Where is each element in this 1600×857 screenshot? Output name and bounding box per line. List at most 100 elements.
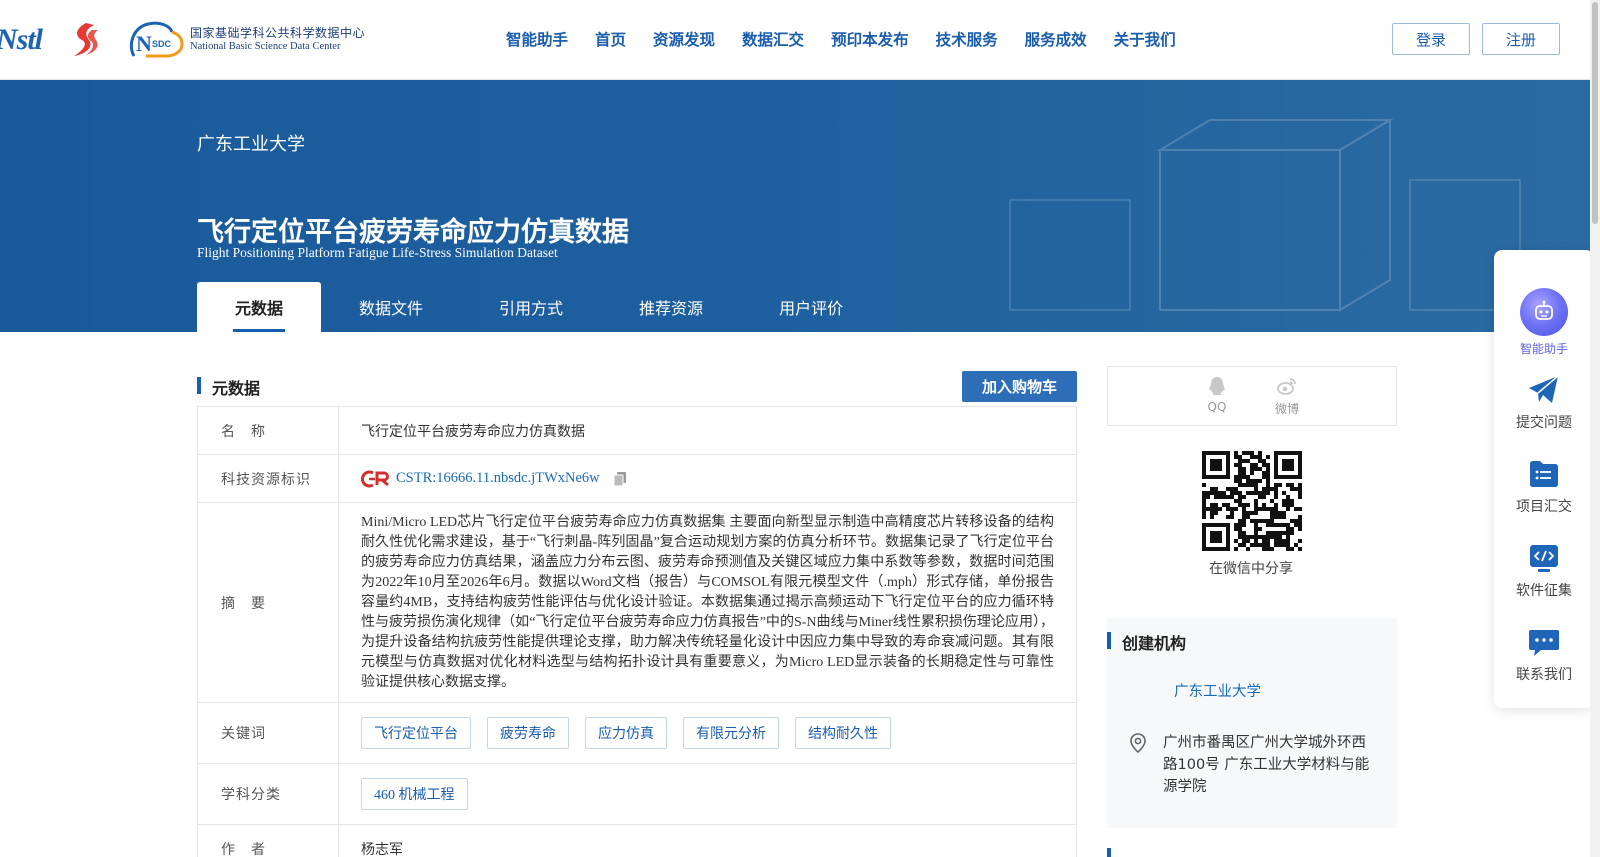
table-row: 学科分类 460 机械工程 (198, 764, 1076, 825)
dataset-tabs: 元数据 数据文件 引用方式 推荐资源 用户评价 (197, 282, 881, 332)
keyword-chip[interactable]: 结构耐久性 (795, 717, 891, 749)
subject-cell: 460 机械工程 (339, 764, 1076, 824)
tab-citation[interactable]: 引用方式 (461, 282, 601, 332)
dataset-title-en: Flight Positioning Platform Fatigue Life… (197, 245, 558, 260)
author-label: 作 者 (198, 825, 339, 857)
side-software-collection[interactable]: 软件征集 (1494, 542, 1594, 600)
svg-text:SDC: SDC (152, 39, 172, 49)
floating-side-panel: 智能助手 提交问题 项目汇交 软件征集 联系我们 (1494, 250, 1594, 708)
cstr-logo-icon (361, 470, 389, 487)
metadata-table: 名 称 飞行定位平台疲劳寿命应力仿真数据 科技资源标识 CSTR:16666.1… (197, 406, 1077, 857)
auth-buttons: 登录 注册 (1392, 23, 1560, 55)
nav-data-submission[interactable]: 数据汇交 (742, 28, 804, 50)
tab-user-reviews[interactable]: 用户评价 (741, 282, 881, 332)
metadata-section-header: 元数据 加入购物车 (197, 368, 1077, 404)
code-window-icon (1530, 545, 1558, 572)
dataset-title: 飞行定位平台疲劳寿命应力仿真数据 (197, 217, 629, 248)
banner-decoration-icon (1009, 118, 1521, 312)
folder-list-icon (1530, 461, 1558, 487)
side-contact-label: 联系我们 (1516, 667, 1572, 683)
abstract-label: 摘 要 (198, 503, 339, 702)
s-brand-icon[interactable] (64, 20, 104, 60)
tab-data-files[interactable]: 数据文件 (321, 282, 461, 332)
table-row: 摘 要 Mini/Micro LED芯片飞行定位平台疲劳寿命应力仿真数据集 主要… (198, 503, 1076, 703)
copy-icon[interactable] (613, 471, 627, 487)
location-pin-icon (1130, 733, 1146, 754)
tab-metadata[interactable]: 元数据 (197, 282, 322, 332)
table-row: 名 称 飞行定位平台疲劳寿命应力仿真数据 (198, 407, 1076, 455)
side-submit-label: 提交问题 (1516, 415, 1572, 431)
keyword-chips: 飞行定位平台 疲劳寿命 应力仿真 有限元分析 结构耐久性 (361, 717, 891, 749)
side-software-label: 软件征集 (1516, 583, 1572, 599)
qq-label: QQ (1207, 400, 1227, 414)
scrollbar-thumb[interactable] (1592, 2, 1598, 224)
share-weibo[interactable]: 微博 (1262, 375, 1312, 417)
nav-about[interactable]: 关于我们 (1114, 28, 1176, 50)
organization-name-link[interactable]: 广东工业大学 (1174, 680, 1261, 701)
nsdc-logo-cn: 国家基础学科公共科学数据中心 (190, 26, 366, 41)
page-scrollbar[interactable] (1590, 0, 1600, 857)
nav-resource-discovery[interactable]: 资源发现 (653, 28, 715, 50)
organization-title: 创建机构 (1122, 634, 1187, 653)
section-accent-bar (1107, 848, 1111, 857)
name-value: 飞行定位平台疲劳寿命应力仿真数据 (361, 424, 585, 440)
side-contact-us[interactable]: 联系我们 (1494, 626, 1594, 684)
paper-plane-icon (1529, 375, 1559, 403)
wechat-qr-code (1202, 451, 1302, 551)
nsdc-mark-icon: N SDC (129, 21, 184, 58)
main-nav: 智能助手 首页 资源发现 数据汇交 预印本发布 技术服务 服务成效 关于我们 (506, 28, 1203, 50)
nstl-logo-text: Nstl (0, 23, 43, 56)
keywords-label: 关键词 (198, 703, 339, 763)
side-ai-assistant[interactable]: 智能助手 (1494, 288, 1594, 357)
share-box: QQ 微博 (1107, 366, 1397, 426)
cstr-link[interactable]: CSTR:16666.11.nbsdc.jTWxNe6w (396, 470, 600, 487)
nsdc-logo[interactable]: N SDC 国家基础学科公共科学数据中心 National Basic Scie… (126, 20, 365, 60)
register-button[interactable]: 注册 (1482, 23, 1560, 55)
resource-id-cell: CSTR:16666.11.nbsdc.jTWxNe6w (339, 455, 1076, 502)
weibo-label: 微博 (1274, 402, 1299, 416)
chat-bubble-icon (1529, 630, 1559, 656)
nav-preprint[interactable]: 预印本发布 (831, 28, 909, 50)
dataset-banner: 广东工业大学 飞行定位平台疲劳寿命应力仿真数据 Flight Positioni… (0, 80, 1600, 332)
section-accent-bar (197, 377, 201, 394)
side-project-label: 项目汇交 (1516, 499, 1572, 515)
table-row: 科技资源标识 CSTR:16666.11.nbsdc.jTWxNe6w (198, 455, 1076, 503)
keyword-chip[interactable]: 有限元分析 (683, 717, 779, 749)
nstl-logo[interactable]: Nstl (0, 23, 43, 57)
organization-box: 创建机构 广东工业大学 广州市番禺区广州大学城外环西路100号 广东工业大学材料… (1107, 618, 1397, 828)
institution-title[interactable]: 广东工业大学 (197, 130, 305, 156)
logo-group: Nstl N SDC 国家基础学科公共科学数据中心 National Basic… (0, 18, 365, 62)
weibo-icon (1277, 378, 1296, 395)
metadata-section-title: 元数据 (212, 379, 261, 398)
robot-icon (1520, 288, 1568, 336)
side-ai-label: 智能助手 (1519, 342, 1568, 356)
side-submit-question[interactable]: 提交问题 (1494, 374, 1594, 432)
wechat-share-label: 在微信中分享 (1209, 561, 1293, 577)
top-header: Nstl N SDC 国家基础学科公共科学数据中心 National Basic… (0, 0, 1600, 80)
subject-chip[interactable]: 460 机械工程 (361, 778, 468, 810)
keyword-chip[interactable]: 疲劳寿命 (487, 717, 569, 749)
resource-id-label: 科技资源标识 (198, 455, 339, 502)
tab-recommended[interactable]: 推荐资源 (601, 282, 741, 332)
abstract-value: Mini/Micro LED芯片飞行定位平台疲劳寿命应力仿真数据集 主要面向新型… (361, 514, 1054, 690)
organization-address: 广州市番禺区广州大学城外环西路100号 广东工业大学材料与能源学院 (1163, 735, 1370, 795)
nsdc-logo-en: National Basic Science Data Center (190, 40, 341, 52)
share-qq[interactable]: QQ (1192, 375, 1242, 414)
nav-home[interactable]: 首页 (595, 28, 626, 50)
svg-text:N: N (136, 31, 152, 56)
table-row: 作 者 杨志军 (198, 825, 1076, 857)
name-label: 名 称 (198, 407, 339, 454)
keyword-chip[interactable]: 飞行定位平台 (361, 717, 471, 749)
side-project-submission[interactable]: 项目汇交 (1494, 458, 1594, 516)
author-value[interactable]: 杨志军 (339, 825, 1076, 857)
login-button[interactable]: 登录 (1392, 23, 1470, 55)
table-row: 关键词 飞行定位平台 疲劳寿命 应力仿真 有限元分析 结构耐久性 (198, 703, 1076, 764)
add-to-cart-button[interactable]: 加入购物车 (962, 371, 1077, 402)
nav-service-results[interactable]: 服务成效 (1025, 28, 1087, 50)
keywords-cell: 飞行定位平台 疲劳寿命 应力仿真 有限元分析 结构耐久性 (339, 703, 1076, 763)
nav-ai-assistant[interactable]: 智能助手 (506, 28, 568, 50)
keyword-chip[interactable]: 应力仿真 (585, 717, 667, 749)
subject-label: 学科分类 (198, 764, 339, 824)
nav-tech-service[interactable]: 技术服务 (936, 28, 998, 50)
qq-icon (1209, 377, 1225, 395)
